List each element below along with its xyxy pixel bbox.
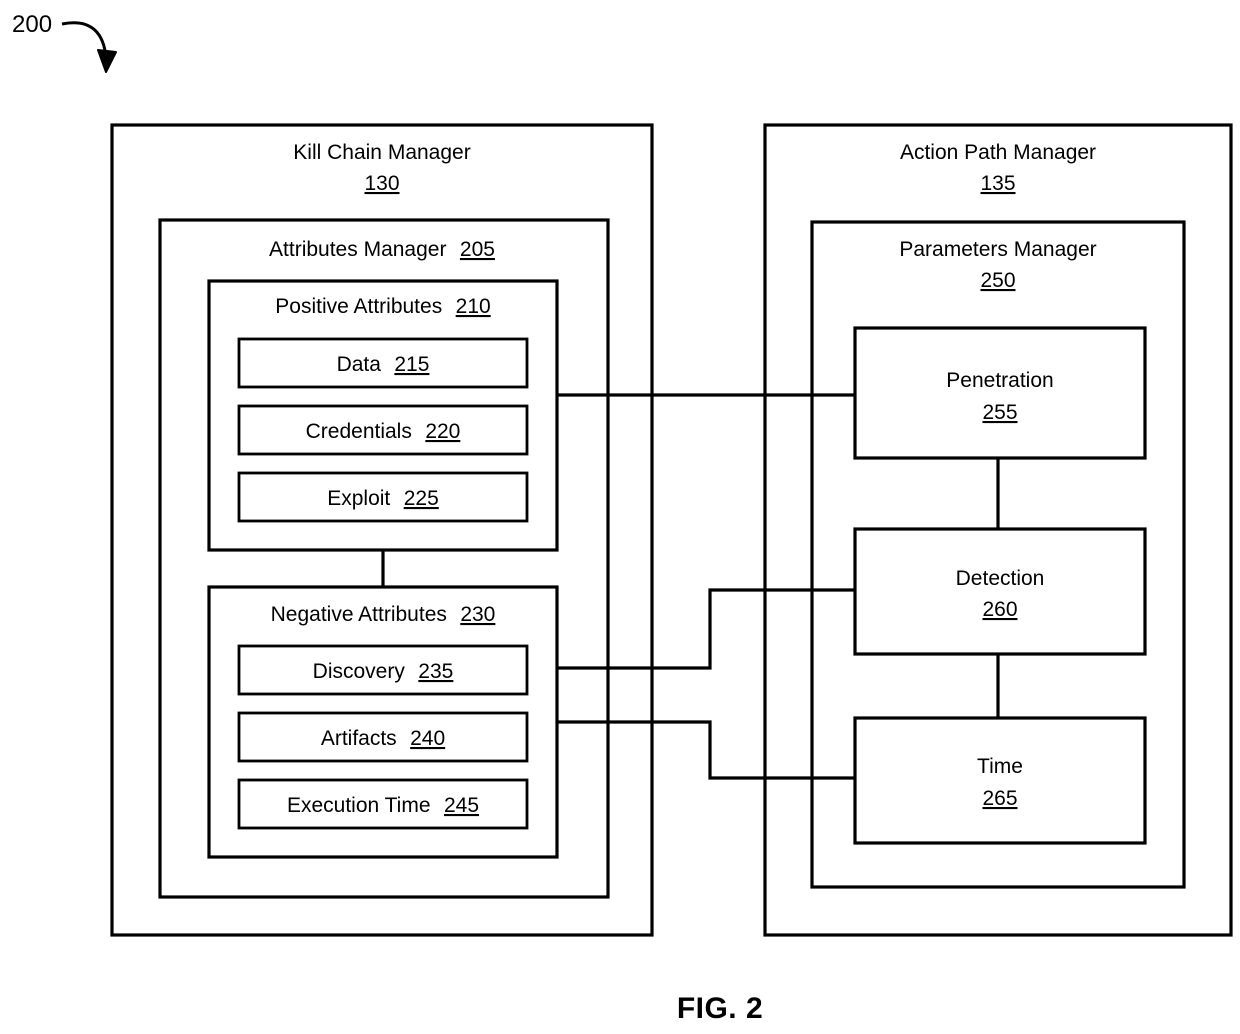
figure-number-label: 200 <box>12 11 52 38</box>
discovery-heading: Discovery 235 <box>313 660 454 683</box>
exploit-heading: Exploit 225 <box>327 487 439 510</box>
penetration-title: Penetration <box>946 369 1053 392</box>
artifacts-title: Artifacts <box>321 727 397 750</box>
exploit-ref: 225 <box>404 487 439 510</box>
box-time[interactable] <box>853 716 1147 845</box>
data-title: Data <box>337 353 382 376</box>
figure-lead-arrowhead <box>97 49 117 73</box>
discovery-ref: 235 <box>418 660 453 683</box>
penetration-ref: 255 <box>982 401 1017 424</box>
negative-attributes-title: Negative Attributes <box>271 603 447 626</box>
credentials-heading: Credentials 220 <box>306 420 461 443</box>
credentials-title: Credentials <box>306 420 412 443</box>
positive-attributes-ref: 210 <box>456 295 491 318</box>
discovery-title: Discovery <box>313 660 406 683</box>
attributes-manager-title: Attributes Manager <box>269 238 446 261</box>
parameters-manager-title: Parameters Manager <box>899 238 1096 261</box>
negative-attributes-heading: Negative Attributes 230 <box>271 603 496 626</box>
negative-attributes-ref: 230 <box>460 603 495 626</box>
credentials-ref: 220 <box>425 420 460 443</box>
detection-title: Detection <box>956 567 1045 590</box>
box-penetration[interactable] <box>853 326 1147 460</box>
artifacts-ref: 240 <box>410 727 445 750</box>
kill-chain-manager-title: Kill Chain Manager <box>293 141 470 164</box>
positive-attributes-heading: Positive Attributes 210 <box>275 295 490 318</box>
figure-caption: FIG. 2 <box>677 992 763 1025</box>
time-ref: 265 <box>982 787 1017 810</box>
action-path-manager-ref: 135 <box>980 172 1015 195</box>
positive-attributes-title: Positive Attributes <box>275 295 442 318</box>
exploit-title: Exploit <box>327 487 390 510</box>
execution-time-heading: Execution Time 245 <box>287 794 479 817</box>
attributes-manager-heading: Attributes Manager 205 <box>269 238 495 261</box>
time-title: Time <box>977 755 1023 778</box>
parameters-manager-ref: 250 <box>980 269 1015 292</box>
box-detection[interactable] <box>853 527 1147 656</box>
execution-time-ref: 245 <box>444 794 479 817</box>
patent-figure-diagram: 200 Kill Chain Manager 130 Attributes Ma… <box>12 11 1233 1025</box>
detection-ref: 260 <box>982 598 1017 621</box>
action-path-manager-title: Action Path Manager <box>900 141 1096 164</box>
artifacts-heading: Artifacts 240 <box>321 727 445 750</box>
execution-time-title: Execution Time <box>287 794 431 817</box>
attributes-manager-ref: 205 <box>460 238 495 261</box>
figure-page: 200 Kill Chain Manager 130 Attributes Ma… <box>0 0 1240 1034</box>
data-ref: 215 <box>394 353 429 376</box>
kill-chain-manager-ref: 130 <box>364 172 399 195</box>
